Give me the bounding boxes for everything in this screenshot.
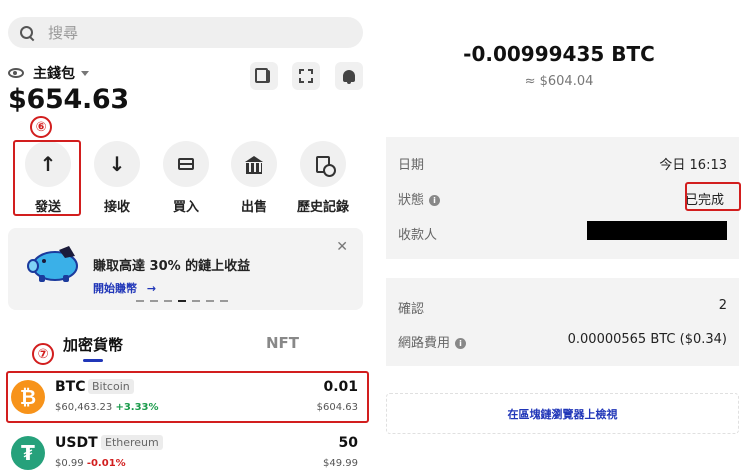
asset-symbol: USDT — [55, 435, 98, 451]
tab-crypto[interactable]: 加密貨幣 — [63, 334, 123, 355]
tx-recipient-row: 收款人 — [398, 221, 727, 243]
promo-text: 賺取高達 30% 的鏈上收益 — [93, 259, 251, 274]
asset-change: -0.01% — [86, 458, 126, 469]
receive-button[interactable]: ↓ 接收 — [90, 141, 144, 215]
active-tab-indicator — [83, 359, 103, 362]
sell-label: 出售 — [240, 200, 267, 215]
tx-amount: -0.00999435 BTC — [463, 42, 655, 66]
asset-price-line: $0.99 -0.01% — [55, 458, 126, 469]
bank-icon — [245, 156, 263, 174]
buy-button[interactable]: 買入 — [159, 141, 213, 215]
screen: 搜尋 主錢包 $654.63 ⑥ ↑ 發送 ↓ 接收 買入 出售 歷史記錄 賺取… — [0, 0, 746, 476]
tx-fee-row: 網路費用 i 0.00000565 BTC ($0.34) — [398, 332, 727, 351]
tether-icon: ₮ — [11, 436, 45, 470]
history-label: 歷史記錄 — [296, 200, 349, 215]
copy-icon — [255, 67, 270, 83]
tx-confirmations-row: 確認 2 — [398, 298, 727, 317]
eye-icon[interactable] — [8, 68, 24, 78]
close-icon[interactable]: ✕ — [336, 239, 348, 255]
carousel-indicator — [136, 300, 228, 302]
wallet-home-panel: 搜尋 主錢包 $654.63 ⑥ ↑ 發送 ↓ 接收 買入 出售 歷史記錄 賺取… — [0, 0, 374, 476]
chevron-down-icon — [81, 70, 89, 76]
tx-date-row: 日期 今日 16:13 — [398, 154, 727, 173]
earn-promo-banner[interactable]: 賺取高達 30% 的鏈上收益 開始賺幣 → ✕ — [8, 228, 363, 310]
search-placeholder: 搜尋 — [48, 24, 79, 42]
wallet-name: 主錢包 — [33, 66, 75, 82]
total-balance: $654.63 — [8, 84, 129, 115]
arrow-right-icon: → — [146, 282, 157, 295]
tx-date-value: 今日 16:13 — [659, 158, 727, 173]
tx-status-row: 狀態 i 已完成 — [398, 189, 727, 208]
bell-icon — [343, 70, 355, 84]
asset-network-badge: Ethereum — [101, 435, 163, 450]
search-icon — [20, 25, 34, 40]
receive-label: 接收 — [103, 200, 130, 215]
arrow-down-icon: ↓ — [94, 141, 140, 187]
history-button[interactable]: 歷史記錄 — [291, 141, 355, 215]
annotation-marker-7: ⑦ — [32, 343, 54, 365]
buy-label: 買入 — [172, 200, 199, 215]
asset-row-usdt[interactable]: ₮ USDT Ethereum $0.99 -0.01% 50 $49.99 — [8, 430, 364, 476]
notifications-button[interactable] — [335, 62, 363, 90]
status-highlight-box — [685, 182, 741, 211]
tx-network-card: 確認 2 網路費用 i 0.00000565 BTC ($0.34) — [386, 278, 739, 366]
search-bar[interactable]: 搜尋 — [8, 17, 363, 48]
scan-button[interactable] — [292, 62, 320, 90]
promo-start-earning-link[interactable]: 開始賺幣 → — [93, 280, 156, 296]
tx-fee-value: 0.00000565 BTC ($0.34) — [567, 332, 727, 347]
copy-button[interactable] — [250, 62, 278, 90]
tab-nft[interactable]: NFT — [266, 334, 299, 352]
view-on-explorer-link[interactable]: 在區塊鏈瀏覽器上檢視 — [386, 393, 739, 434]
sell-button[interactable]: 出售 — [227, 141, 281, 215]
info-icon[interactable]: i — [429, 195, 441, 206]
annotation-marker-6: ⑥ — [30, 116, 52, 138]
tx-confirmations-value: 2 — [718, 298, 727, 313]
redacted-recipient — [587, 221, 727, 240]
piggy-bank-icon — [27, 246, 78, 282]
tx-fiat-amount: ≈ $604.04 — [524, 74, 594, 89]
btc-row-highlight-box — [6, 371, 369, 423]
info-icon[interactable]: i — [455, 338, 467, 349]
wallet-selector[interactable]: 主錢包 — [8, 63, 89, 83]
history-icon — [316, 155, 336, 177]
card-icon — [178, 158, 194, 170]
asset-amount: 50 — [338, 435, 358, 451]
scan-icon — [299, 69, 313, 83]
asset-value: $49.99 — [323, 458, 358, 469]
send-highlight-box — [13, 140, 81, 216]
